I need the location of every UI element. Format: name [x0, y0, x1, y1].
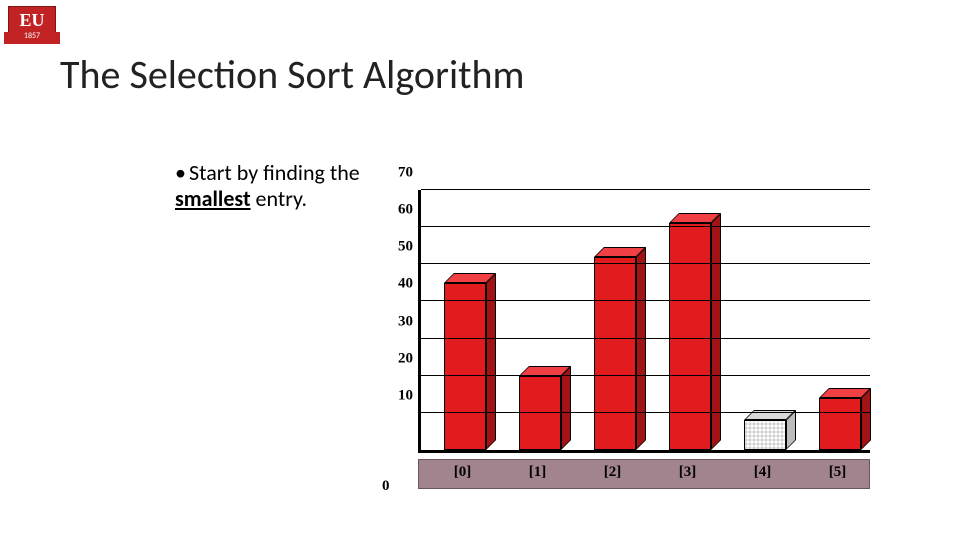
bar-front: [519, 376, 561, 450]
x-tick-label: [3]: [658, 464, 718, 481]
y-tick-label: 50: [377, 239, 413, 256]
x-axis-strip: [0] [1] [2] [3] [4] [5]: [418, 459, 870, 489]
bar-front: [594, 257, 636, 450]
bullet-marker: •: [175, 160, 189, 186]
gridline: [421, 300, 870, 301]
y-tick-label: 30: [377, 313, 413, 330]
bullet-suffix: entry.: [251, 185, 307, 212]
page-title: The Selection Sort Algorithm: [60, 50, 525, 99]
chart-plot-area: 10203040506070: [418, 190, 870, 453]
eu-logo: EU 1857: [8, 6, 56, 46]
chart: 0 10203040506070 [0][1][2][3][4][5]: [370, 190, 870, 489]
gridline: [421, 338, 870, 339]
y-tick-label: 60: [377, 202, 413, 219]
y-tick-label: 20: [377, 350, 413, 367]
bar-front: [744, 420, 786, 450]
gridline: [421, 263, 870, 264]
gridline: [421, 375, 870, 376]
bar-side-face: [561, 366, 571, 450]
bar-side-face: [486, 273, 496, 450]
logo-year: 1857: [8, 31, 56, 41]
bar-side-face: [636, 247, 646, 450]
x-tick-label: [1]: [508, 464, 568, 481]
bullet-emphasis: smallest: [175, 185, 251, 212]
bar-front: [819, 398, 861, 450]
bar-side-face: [861, 388, 871, 450]
x-tick-label: [4]: [733, 464, 793, 481]
y-tick-label: 70: [377, 165, 413, 182]
x-tick-label: [0]: [433, 464, 493, 481]
y-tick-label: 40: [377, 276, 413, 293]
x-tick-label: [5]: [808, 464, 868, 481]
x-tick-label: [2]: [583, 464, 643, 481]
logo-banner: 1857: [8, 32, 56, 46]
bullet-point: •Start by finding the smallest entry.: [175, 160, 365, 213]
gridline: [421, 412, 870, 413]
y-tick-0: 0: [382, 478, 390, 495]
bullet-prefix: Start by finding the: [189, 159, 360, 186]
y-tick-label: 10: [377, 387, 413, 404]
gridline: [421, 189, 870, 190]
logo-text: EU: [8, 6, 56, 34]
bar-side-face: [711, 213, 721, 450]
gridline: [421, 226, 870, 227]
bar-front: [444, 283, 486, 450]
